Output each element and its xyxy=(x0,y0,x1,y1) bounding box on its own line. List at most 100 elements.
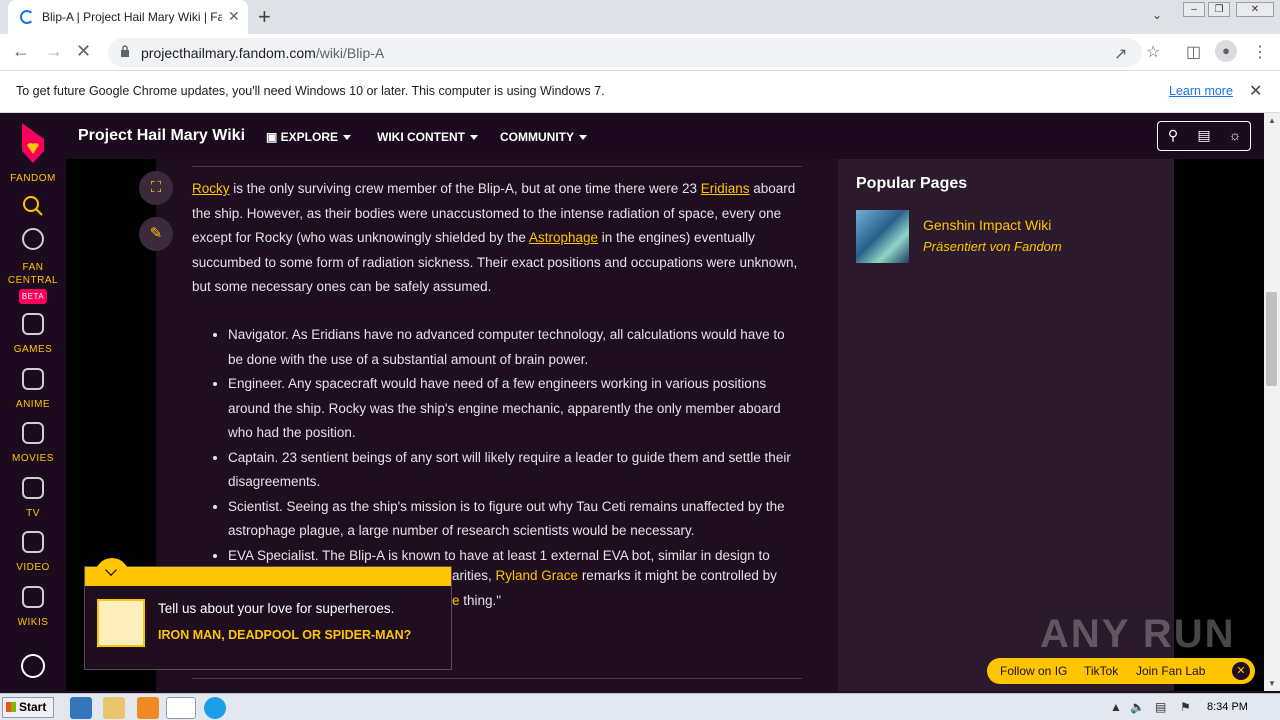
tab-search-chevron-icon[interactable]: ⌄ xyxy=(1152,8,1162,22)
quiz-promo-card[interactable]: Tell us about your love for superheroes.… xyxy=(84,558,452,670)
rail-item-movies[interactable]: MOVIES xyxy=(0,453,66,464)
url-path: /wiki/Blip-A xyxy=(315,45,385,61)
tray-arrow-icon[interactable]: ▲ xyxy=(1110,700,1122,714)
browser-toolbar: ← → ✕ projecthailmary.fandom.com/wiki/Bl… xyxy=(0,34,1280,71)
new-tab-button[interactable]: + xyxy=(258,4,271,30)
infobar-close-icon[interactable]: ✕ xyxy=(1249,81,1262,101)
minimize-button[interactable]: – xyxy=(1183,2,1205,17)
expand-icon[interactable]: ⛶ xyxy=(139,171,173,205)
browser-tab[interactable]: Blip-A | Project Hail Mary Wiki | Fandom… xyxy=(8,0,248,34)
join-fan-lab-link[interactable]: Join Fan Lab xyxy=(1136,664,1205,678)
link-astrophage[interactable]: Astrophage xyxy=(529,230,598,245)
tv-icon[interactable] xyxy=(22,477,44,499)
restore-button[interactable]: ❐ xyxy=(1208,2,1230,17)
volume-icon[interactable]: 🔈 xyxy=(1130,700,1145,714)
nav-explore[interactable]: ▣ EXPLORE xyxy=(266,130,352,144)
genshin-thumbnail-image[interactable] xyxy=(856,210,909,263)
chrome-taskbar-icon[interactable] xyxy=(166,697,196,719)
windows-logo-icon xyxy=(6,702,16,712)
tab-close-icon[interactable]: ✕ xyxy=(228,8,240,25)
wiki-name[interactable]: Project Hail Mary Wiki xyxy=(78,127,245,145)
search-icon[interactable]: ⚲ xyxy=(1163,127,1183,147)
tab-title: Blip-A | Project Hail Mary Wiki | Fandom xyxy=(42,10,222,24)
anime-face-icon[interactable] xyxy=(22,368,44,390)
close-icon[interactable]: ✕ xyxy=(1232,662,1250,680)
fandom-left-rail: FANDOM FAN CENTRAL BETA GAMES ANIME MOVI… xyxy=(0,113,66,691)
rail-item-tv[interactable]: TV xyxy=(0,508,66,519)
scroll-up-arrow-icon[interactable]: ▲ xyxy=(1268,116,1276,125)
rail-item-video[interactable]: VIDEO xyxy=(0,562,66,573)
network-icon[interactable]: ▤ xyxy=(1155,700,1166,714)
rail-label-fan: FAN xyxy=(22,262,44,273)
chrome-menu-icon[interactable]: ⋮ xyxy=(1252,42,1268,62)
fandom-logo-icon[interactable] xyxy=(16,121,50,165)
link-fragment[interactable]: e xyxy=(452,593,460,608)
rail-item-fan-central[interactable]: FAN CENTRAL BETA xyxy=(0,261,66,304)
link-ryland-grace[interactable]: Ryland Grace xyxy=(496,568,579,583)
nav-wiki-content-label: WIKI CONTENT xyxy=(377,130,465,144)
eva-text-1: EVA Specialist. The Blip-A is known to h… xyxy=(228,547,770,563)
list-item: Engineer. Any spacecraft would have need… xyxy=(228,372,800,446)
window-close-button[interactable]: ✕ xyxy=(1236,2,1274,17)
list-item: Scientist. Seeing as the ship's mission … xyxy=(228,495,800,544)
forward-arrow-icon[interactable]: → xyxy=(45,41,63,62)
address-bar[interactable]: projecthailmary.fandom.com/wiki/Blip-A ↗ xyxy=(108,38,1142,67)
tab-strip: Blip-A | Project Hail Mary Wiki | Fandom… xyxy=(0,0,1280,34)
wikis-book-icon[interactable] xyxy=(22,586,44,608)
bookmark-star-icon[interactable]: ☆ xyxy=(1146,42,1160,62)
video-play-icon[interactable] xyxy=(22,531,44,553)
link-eridians[interactable]: Eridians xyxy=(701,181,750,196)
theme-toggle-sun-icon[interactable]: ☼ xyxy=(1225,127,1245,147)
eva-last-line: e thing." xyxy=(452,593,501,608)
nav-wiki-content[interactable]: WIKI CONTENT xyxy=(377,130,478,144)
scroll-down-arrow-icon[interactable]: ▼ xyxy=(1268,679,1276,688)
scrollbar-track[interactable] xyxy=(1264,113,1280,691)
nav-explore-label: EXPLORE xyxy=(280,130,339,144)
eva-text-3: remarks it might be controlled by xyxy=(578,568,777,583)
rail-item-games[interactable]: GAMES xyxy=(0,344,66,355)
games-controller-icon[interactable] xyxy=(22,313,44,335)
movies-clapper-icon[interactable] xyxy=(22,422,44,444)
chevron-down-icon xyxy=(579,135,587,141)
chevron-down-icon xyxy=(470,135,478,141)
popular-item-link[interactable]: Genshin Impact Wiki xyxy=(923,217,1051,233)
infobar-message: To get future Google Chrome updates, you… xyxy=(16,84,605,98)
explore-icon: ▣ xyxy=(266,130,281,144)
article-paragraph: Rocky is the only surviving crew member … xyxy=(192,177,806,300)
scrollbar-thumb[interactable] xyxy=(1266,292,1277,386)
popular-item-subtitle: Präsentiert von Fandom xyxy=(923,239,1062,254)
rail-label-fandom: FANDOM xyxy=(10,173,56,184)
chevron-down-icon xyxy=(343,135,352,141)
edit-pencil-icon[interactable]: ✎ xyxy=(139,217,173,251)
promo-answer-link[interactable]: IRON MAN, DEADPOOL OR SPIDER-MAN? xyxy=(158,628,428,642)
rail-item-anime[interactable]: ANIME xyxy=(0,399,66,410)
follow-ig-link[interactable]: Follow on IG xyxy=(1000,664,1067,678)
fan-central-rocket-icon[interactable] xyxy=(22,228,44,250)
eva-continued-line: arities, Ryland Grace remarks it might b… xyxy=(452,568,777,583)
ie-icon[interactable] xyxy=(70,697,92,719)
clock[interactable]: 8:34 PM xyxy=(1207,701,1248,713)
url-text: projecthailmary.fandom.com/wiki/Blip-A xyxy=(141,45,384,61)
tiktok-link[interactable]: TikTok xyxy=(1084,664,1118,678)
list-item: EVA Specialist. The Blip-A is known to h… xyxy=(228,544,800,569)
edge-icon[interactable] xyxy=(204,697,226,719)
side-panel-icon[interactable]: ◫ xyxy=(1186,42,1201,62)
link-rocky[interactable]: Rocky xyxy=(192,181,230,196)
search-icon[interactable] xyxy=(22,195,44,217)
action-center-flag-icon[interactable]: ⚑ xyxy=(1180,700,1191,714)
nav-community[interactable]: COMMUNITY xyxy=(500,130,587,144)
rail-item-wikis[interactable]: WIKIS xyxy=(0,617,66,628)
wiki-header-bar: Project Hail Mary Wiki ▣ EXPLORE WIKI CO… xyxy=(66,113,1264,159)
back-arrow-icon[interactable]: ← xyxy=(12,41,30,62)
loading-spinner-icon xyxy=(20,10,34,24)
learn-more-link[interactable]: Learn more xyxy=(1169,84,1233,98)
popular-pages-title: Popular Pages xyxy=(856,175,968,192)
explorer-folder-icon[interactable] xyxy=(103,697,125,719)
profile-avatar-icon[interactable]: ● xyxy=(1215,40,1237,62)
stop-loading-icon[interactable]: ✕ xyxy=(76,41,91,62)
promo-band xyxy=(85,567,451,586)
share-icon[interactable]: ↗ xyxy=(1114,44,1127,64)
discussions-icon[interactable]: ▤ xyxy=(1194,127,1214,147)
media-player-icon[interactable] xyxy=(137,697,159,719)
user-account-icon[interactable] xyxy=(21,654,45,678)
